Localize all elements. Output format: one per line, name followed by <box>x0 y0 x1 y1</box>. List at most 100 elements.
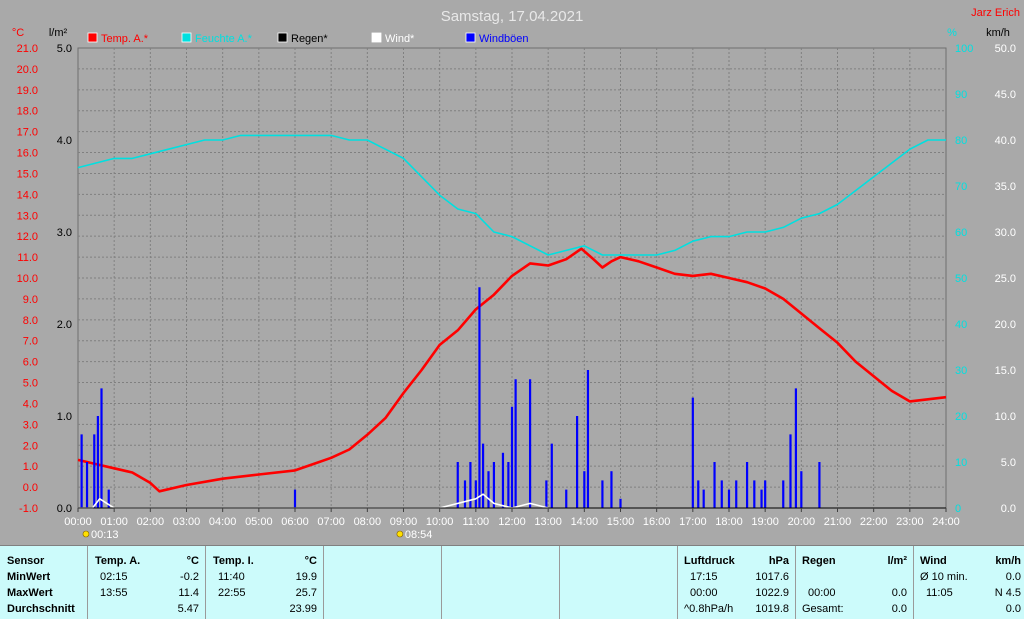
stats-temp-indoor-min-time: 11:40 <box>218 571 245 583</box>
stats-temp-indoor-header: Temp. I. <box>213 555 254 567</box>
temp-tick-label: 0.0 <box>23 482 38 494</box>
x-tick-label: 07:00 <box>317 516 345 528</box>
rain-tick-label: 0.0 <box>57 503 72 515</box>
legend-label: Feuchte A.* <box>195 33 253 45</box>
stats-temp-indoor-avg-value: 23.99 <box>289 603 317 615</box>
temp-tick-label: 17.0 <box>17 127 38 139</box>
stats-rain-total-label: Gesamt: <box>802 603 844 615</box>
x-tick-label: 17:00 <box>679 516 707 528</box>
x-tick-label: 08:00 <box>354 516 382 528</box>
stats-wind-header: Wind <box>920 555 947 567</box>
wind-tick-label: 30.0 <box>995 227 1016 239</box>
stats-pressure-avg-value: 1019.8 <box>755 603 789 615</box>
wind-tick-label: 10.0 <box>995 411 1016 423</box>
humidity-tick-label: 20 <box>955 411 967 423</box>
temp-tick-label: 1.0 <box>23 461 38 473</box>
rain-tick-label: 4.0 <box>57 135 72 147</box>
x-tick-label: 12:00 <box>498 516 526 528</box>
temp-tick-label: 18.0 <box>17 106 38 118</box>
legend-label: Regen* <box>291 33 328 45</box>
x-tick-label: 04:00 <box>209 516 237 528</box>
wind-tick-label: 40.0 <box>995 135 1016 147</box>
temp-tick-label: 8.0 <box>23 315 38 327</box>
humidity-tick-label: 70 <box>955 181 967 193</box>
stats-temp-indoor-unit: °C <box>304 555 317 567</box>
wind-tick-label: 5.0 <box>1001 457 1016 469</box>
x-tick-label: 11:00 <box>462 516 489 528</box>
stats-sensor-column: Sensor MinWert MaxWert Durchschnitt <box>0 546 88 619</box>
sun-icon <box>82 530 90 538</box>
stats-pressure-trend: ^0.8hPa/h <box>684 603 734 615</box>
stats-pressure-min-time: 17:15 <box>690 571 718 583</box>
stats-rain-column: Regen l/m² 00:00 0.0 Gesamt: 0.0 <box>796 546 914 619</box>
rain-tick-label: 3.0 <box>57 227 72 239</box>
wind-tick-label: 35.0 <box>995 181 1016 193</box>
temp-tick-label: 3.0 <box>23 419 38 431</box>
humidity-tick-label: 30 <box>955 365 967 377</box>
author-label: Jarz Erich <box>971 7 1020 19</box>
x-tick-label: 14:00 <box>571 516 599 528</box>
stats-wind-column: Wind km/h Ø 10 min. 0.0 11:05 N 4.5 0.0 <box>914 546 1024 619</box>
stats-rain-total-value: 0.0 <box>891 603 907 615</box>
stats-empty-column-3 <box>560 546 678 619</box>
temp-tick-label: 5.0 <box>23 378 38 390</box>
rain-unit-label: l/m² <box>49 27 68 39</box>
stats-wind-max-value: N 4.5 <box>994 587 1021 599</box>
temp-tick-label: 6.0 <box>23 357 38 369</box>
stats-temp-outdoor-max-value: 11.4 <box>178 587 199 599</box>
stats-pressure-max-value: 1022.9 <box>755 587 789 599</box>
wind-tick-label: 50.0 <box>995 43 1016 55</box>
x-tick-label: 02:00 <box>137 516 165 528</box>
wind-tick-label: 20.0 <box>995 319 1016 331</box>
stats-wind-max-time: 11:05 <box>926 587 953 599</box>
humidity-tick-label: 10 <box>955 457 967 469</box>
temp-tick-label: -1.0 <box>19 503 38 515</box>
chart-title: Samstag, 17.04.2021 <box>441 8 584 25</box>
temp-tick-label: 20.0 <box>17 64 38 76</box>
stats-temp-outdoor-unit: °C <box>186 555 199 567</box>
stats-temp-outdoor-min-value: -0.2 <box>180 571 199 583</box>
wind-tick-label: 25.0 <box>995 273 1016 285</box>
legend-swatch <box>371 32 382 43</box>
temp-tick-label: 13.0 <box>17 210 38 222</box>
rain-tick-label: 1.0 <box>57 411 72 423</box>
stats-pressure-column: Luftdruck hPa 17:15 1017.6 00:00 1022.9 … <box>678 546 796 619</box>
legend-label: Wind* <box>385 33 415 45</box>
x-tick-label: 16:00 <box>643 516 671 528</box>
legend-label: Temp. A.* <box>101 33 149 45</box>
stats-temp-indoor-column: Temp. I. °C 11:40 19.9 22:55 25.7 23.99 <box>206 546 324 619</box>
stats-temp-outdoor-column: Temp. A. °C 02:15 -0.2 13:55 11.4 5.47 <box>88 546 206 619</box>
sun-icon <box>396 530 404 538</box>
stats-row-label-min: MinWert <box>7 571 51 583</box>
x-tick-label: 21:00 <box>824 516 852 528</box>
humidity-tick-label: 60 <box>955 227 967 239</box>
stats-temp-outdoor-min-time: 02:15 <box>100 571 128 583</box>
x-tick-label: 24:00 <box>932 516 960 528</box>
rain-tick-label: 5.0 <box>57 43 72 55</box>
legend-swatch <box>465 32 476 43</box>
stats-pressure-max-time: 00:00 <box>690 587 718 599</box>
humidity-tick-label: 100 <box>955 43 973 55</box>
temp-tick-label: 9.0 <box>23 294 38 306</box>
temp-tick-label: 12.0 <box>17 231 38 243</box>
legend-swatch <box>277 32 288 43</box>
temp-tick-label: 4.0 <box>23 398 38 410</box>
x-tick-label: 18:00 <box>715 516 743 528</box>
rain-tick-label: 2.0 <box>57 319 72 331</box>
stats-temp-indoor-max-value: 25.7 <box>295 587 317 599</box>
x-tick-label: 01:00 <box>100 516 128 528</box>
stats-pressure-header: Luftdruck <box>684 555 735 567</box>
stats-rain-header: Regen <box>802 555 836 567</box>
stats-pressure-unit: hPa <box>768 555 789 567</box>
wind-unit-label: km/h <box>986 27 1010 39</box>
temp-tick-label: 2.0 <box>23 440 38 452</box>
stats-temp-outdoor-header: Temp. A. <box>95 555 141 567</box>
stats-temp-outdoor-avg-value: 5.47 <box>177 603 199 615</box>
stats-wind-avg-label: Ø 10 min. <box>920 571 968 583</box>
x-tick-label: 03:00 <box>173 516 201 528</box>
stats-rain-max-time: 00:00 <box>808 587 836 599</box>
stats-wind-unit: km/h <box>995 555 1021 567</box>
humidity-tick-label: 40 <box>955 319 967 331</box>
legend-swatch <box>181 32 192 43</box>
humidity-unit-label: % <box>947 27 957 39</box>
